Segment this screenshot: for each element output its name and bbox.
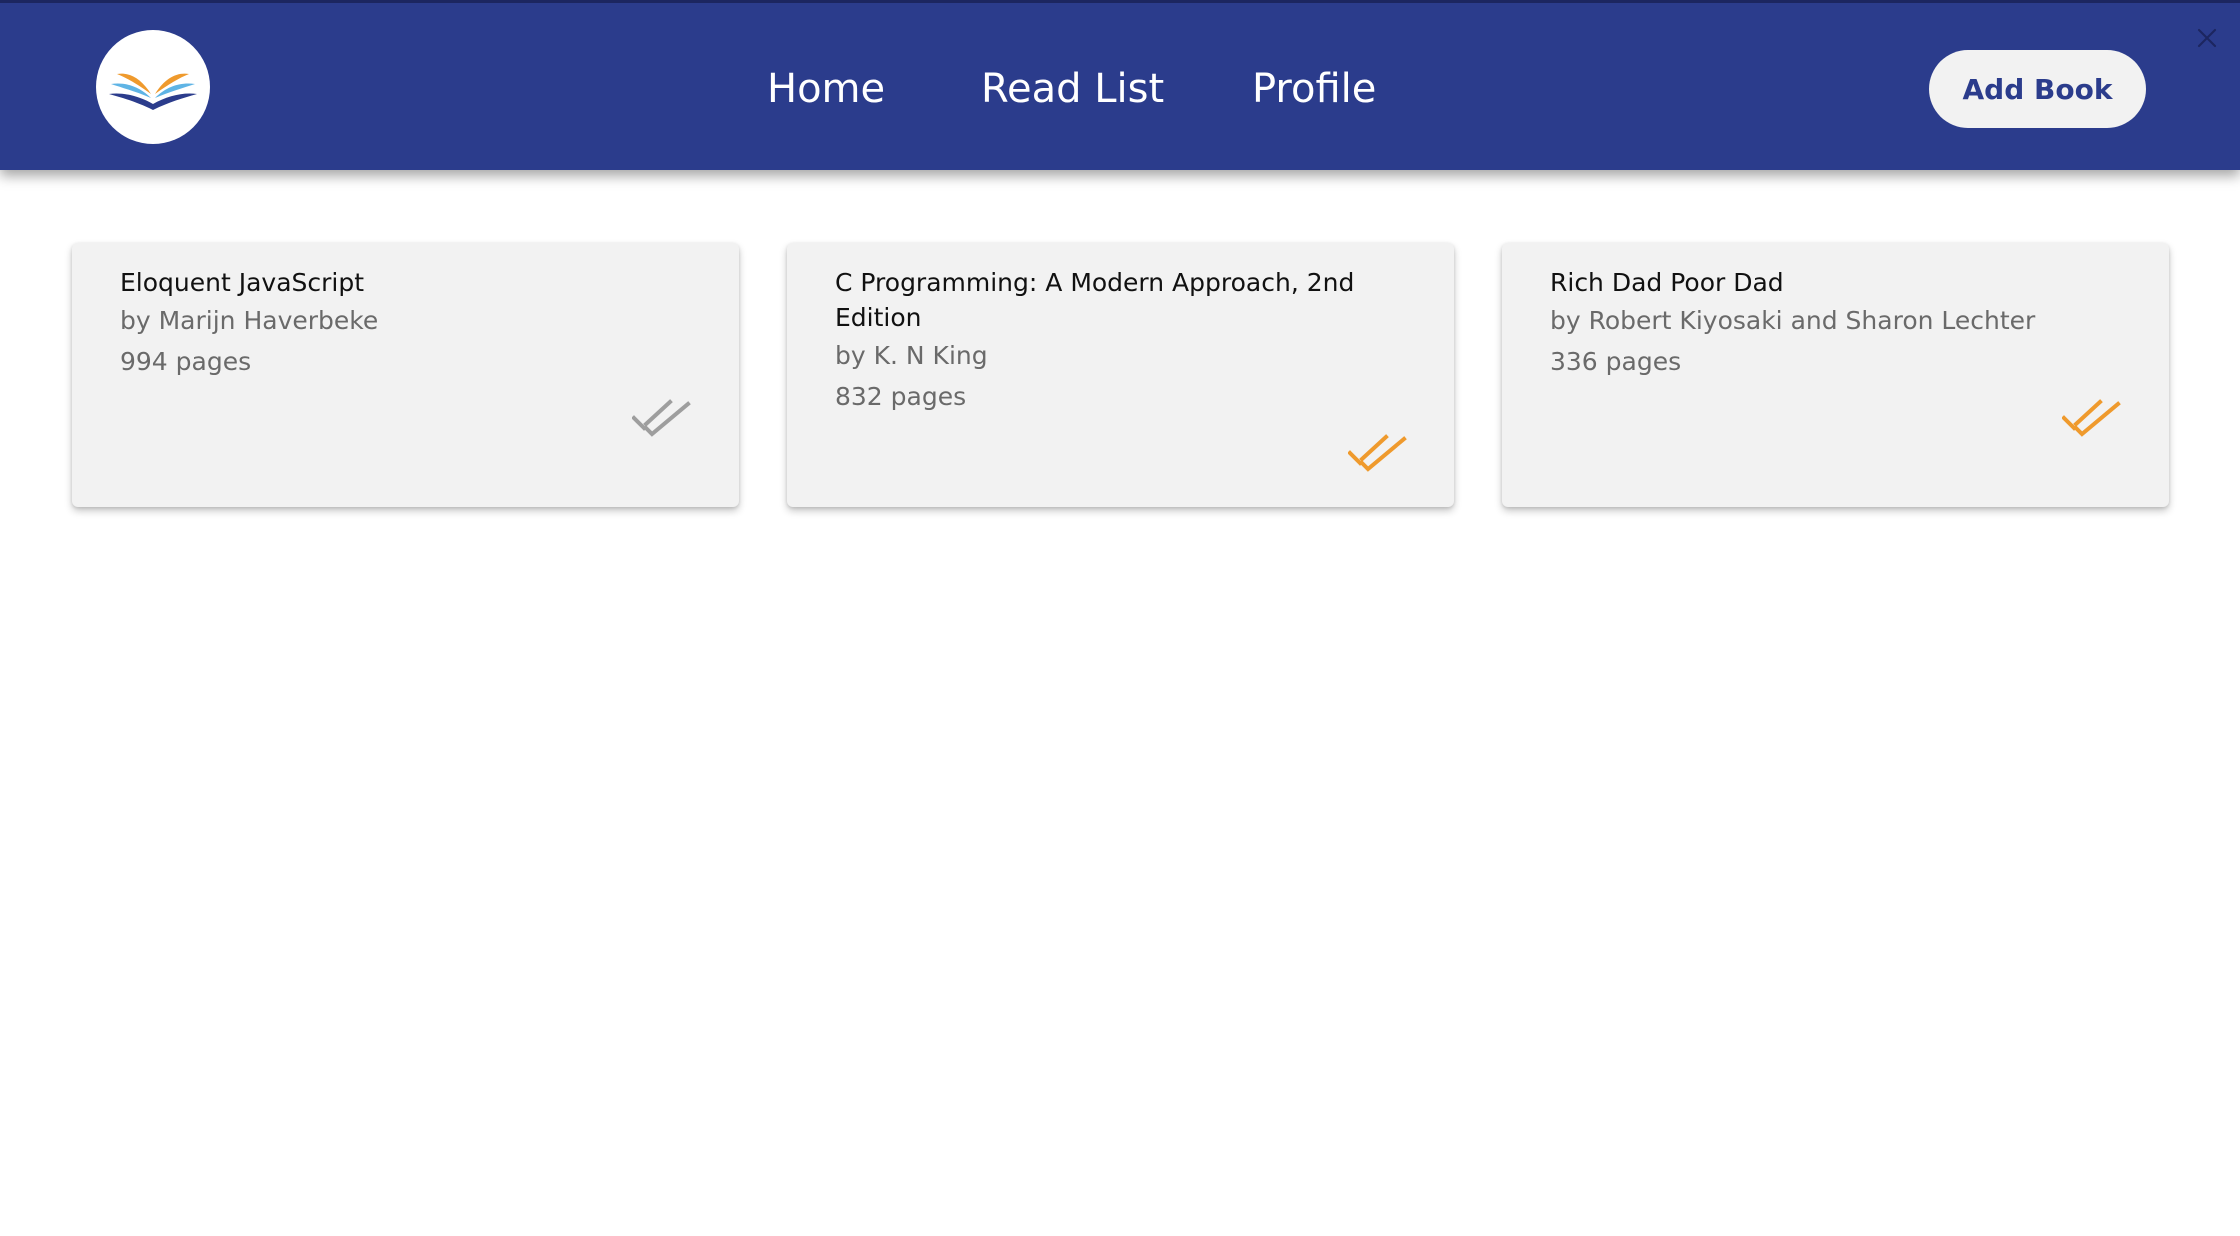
main-nav: Home Read List Profile [0,61,2240,117]
double-check-icon[interactable] [632,398,692,438]
double-check-icon[interactable] [1348,433,1408,473]
book-title: Eloquent JavaScript [120,268,365,297]
book-card[interactable]: Rich Dad Poor Dad by Robert Kiyosaki and… [1502,243,2169,507]
close-icon[interactable] [2192,23,2222,53]
book-card[interactable]: Eloquent JavaScript by Marijn Haverbeke … [72,243,739,507]
nav-profile[interactable]: Profile [1252,61,1376,117]
book-card[interactable]: C Programming: A Modern Approach, 2nd Ed… [787,243,1454,507]
book-title: Rich Dad Poor Dad [1550,268,1784,297]
book-pages: 994 pages [120,347,252,376]
book-author: by Robert Kiyosaki and Sharon Lechter [1550,306,2036,335]
book-title: C Programming: A Modern Approach, 2nd Ed… [835,268,1355,332]
add-book-button[interactable]: Add Book [1929,50,2146,128]
nav-home[interactable]: Home [767,61,885,117]
book-pages: 832 pages [835,382,967,411]
book-author: by Marijn Haverbeke [120,306,379,335]
nav-read-list[interactable]: Read List [981,61,1164,117]
book-pages: 336 pages [1550,347,1682,376]
book-author: by K. N King [835,341,988,370]
top-navbar: Home Read List Profile Add Book [0,0,2240,170]
double-check-icon[interactable] [2062,398,2122,438]
